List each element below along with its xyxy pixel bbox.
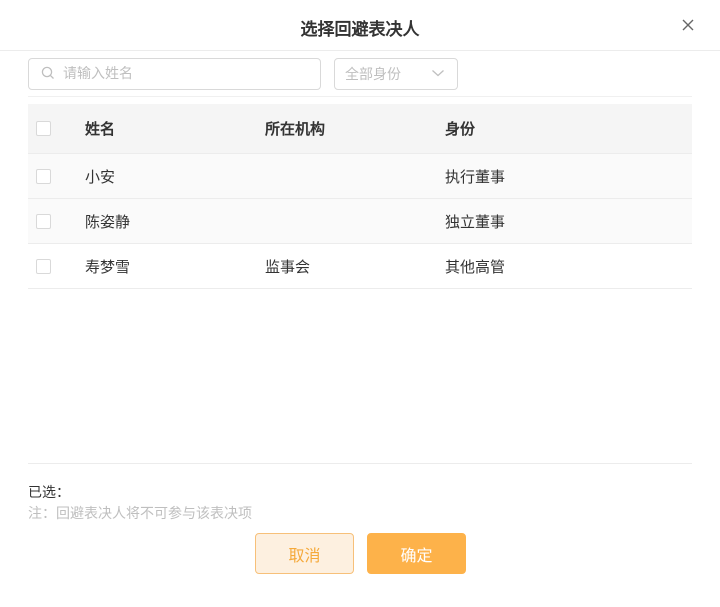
close-icon[interactable] [680, 17, 696, 33]
table-row[interactable]: 陈姿静 独立董事 [28, 199, 692, 244]
column-header-name: 姓名 [85, 120, 116, 138]
select-all-checkbox[interactable] [36, 121, 51, 136]
cell-role: 独立董事 [445, 212, 506, 231]
selected-label: 已选： [28, 485, 70, 501]
search-icon [41, 65, 55, 84]
role-select[interactable]: 全部身份 [334, 58, 458, 90]
role-select-value: 全部身份 [345, 67, 401, 83]
cell-role: 执行董事 [445, 167, 506, 186]
divider [28, 463, 692, 464]
cancel-button[interactable]: 取消 [255, 533, 354, 574]
cell-role: 其他高管 [445, 257, 506, 276]
dialog-header: 选择回避表决人 [0, 0, 720, 51]
cell-name: 寿梦雪 [85, 257, 131, 276]
row-checkbox[interactable] [36, 168, 51, 184]
table-header-row: 姓名 所在机构 身份 [28, 104, 692, 154]
recusal-note: 注：回避表决人将不可参与该表决项 [28, 506, 252, 522]
table-row[interactable]: 小安 执行董事 [28, 154, 692, 199]
row-checkbox[interactable] [36, 213, 51, 229]
row-checkbox-cell [28, 258, 85, 274]
dialog-actions: 取消 确定 [255, 533, 466, 574]
search-box [28, 58, 321, 90]
filter-bar: 全部身份 [28, 58, 458, 90]
candidate-table: 姓名 所在机构 身份 小安 执行董事 陈姿静 独立董事 寿梦雪 监事会 其他高管 [28, 104, 692, 289]
row-checkbox-cell [28, 168, 85, 184]
column-header-org: 所在机构 [265, 120, 326, 138]
row-checkbox[interactable] [36, 258, 51, 274]
cell-org: 监事会 [265, 257, 311, 276]
select-all-cell [28, 121, 85, 136]
chevron-down-icon [431, 66, 445, 82]
confirm-button[interactable]: 确定 [367, 533, 466, 574]
dialog-title: 选择回避表决人 [300, 20, 420, 40]
search-input[interactable] [63, 66, 303, 82]
cell-name: 陈姿静 [85, 212, 131, 231]
row-checkbox-cell [28, 213, 85, 229]
column-header-role: 身份 [445, 120, 476, 138]
cell-name: 小安 [85, 167, 116, 186]
select-recusal-voter-dialog: 选择回避表决人 全部身份 姓名 所在机构 身份 [0, 0, 720, 607]
divider [28, 96, 692, 97]
table-row[interactable]: 寿梦雪 监事会 其他高管 [28, 244, 692, 289]
